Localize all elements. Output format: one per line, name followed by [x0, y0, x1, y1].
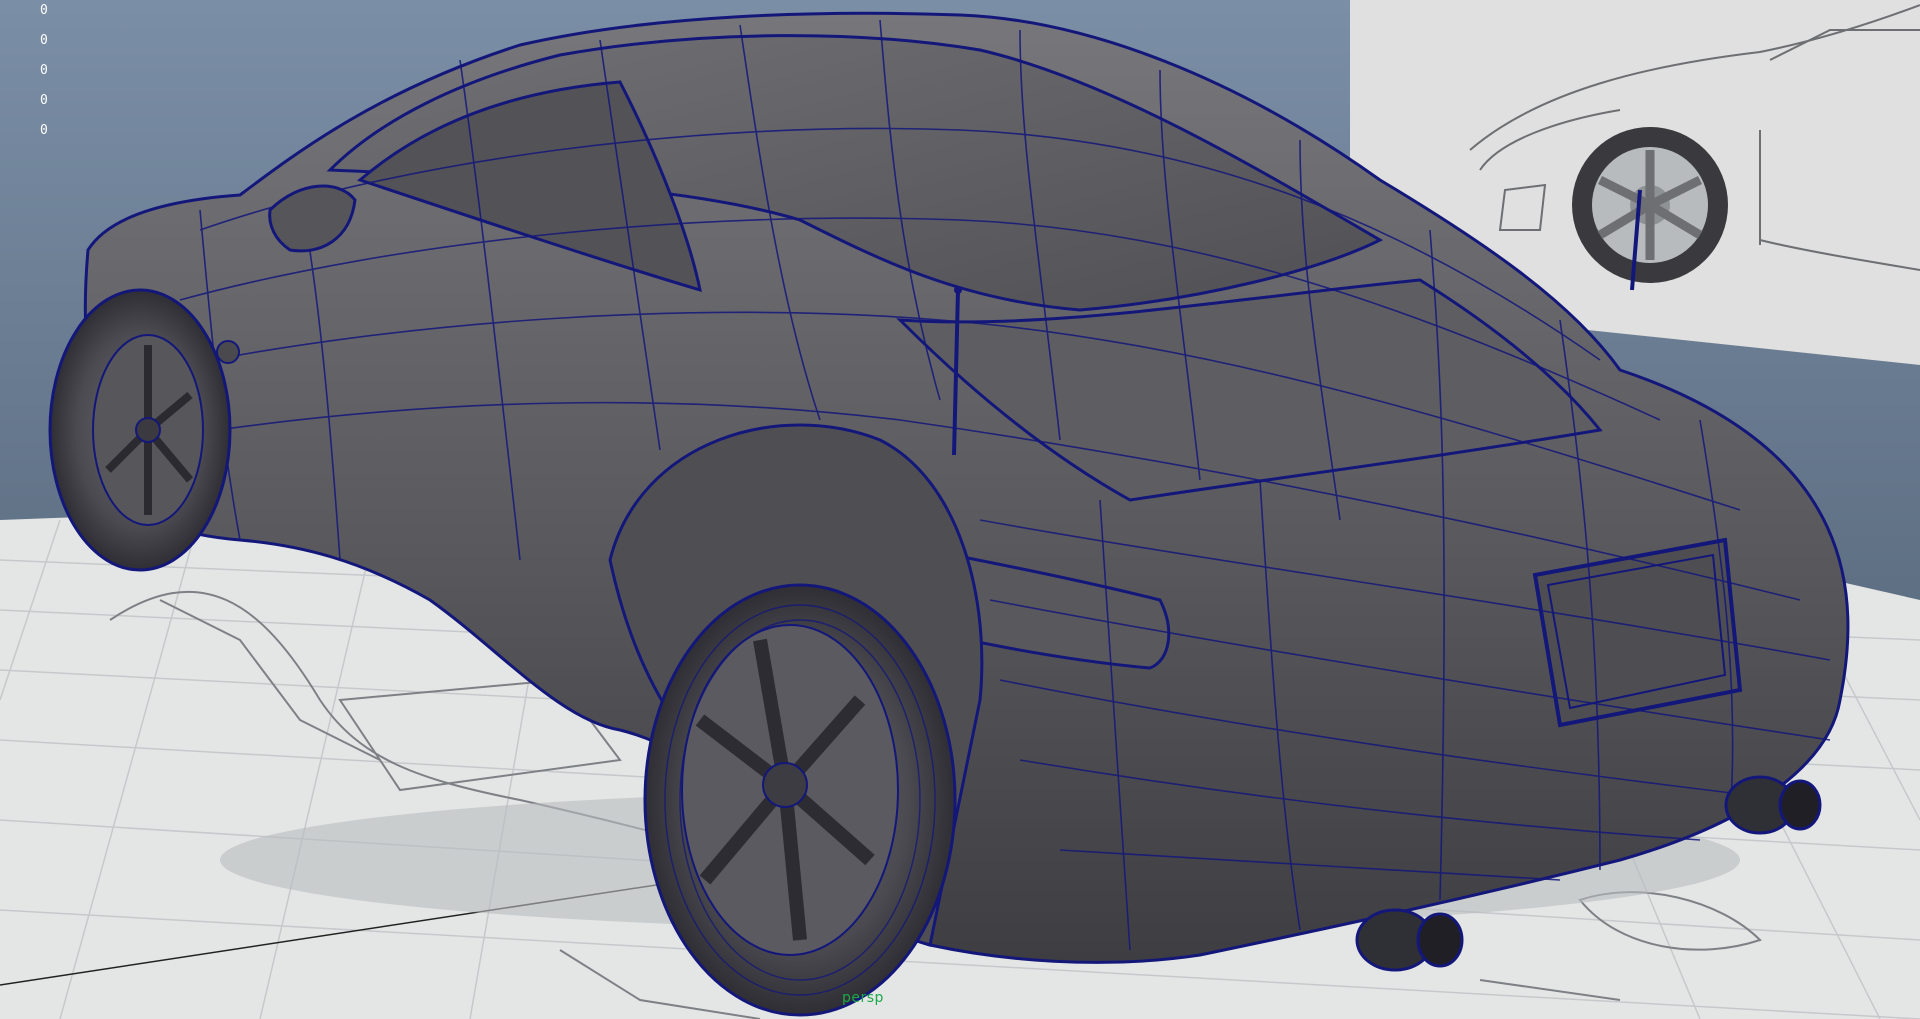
camera-name-label: persp [842, 990, 884, 1006]
front-wheel[interactable] [48, 288, 232, 572]
hud-readout: 0 0 0 0 0 [40, 0, 48, 146]
hud-value: 0 [40, 63, 48, 78]
hud-value: 0 [40, 3, 48, 18]
hud-value: 0 [40, 33, 48, 48]
rear-wheel[interactable] [643, 583, 957, 1017]
antenna-tip [954, 286, 962, 294]
viewport-scene[interactable] [0, 0, 1920, 1019]
exhaust-left [1355, 908, 1464, 972]
hud-value: 0 [40, 93, 48, 108]
maya-viewport[interactable]: 0 0 0 0 0 persp [0, 0, 1920, 1019]
fuel-cap [216, 340, 240, 364]
exhaust-right [1724, 775, 1822, 835]
hud-value: 0 [40, 123, 48, 138]
